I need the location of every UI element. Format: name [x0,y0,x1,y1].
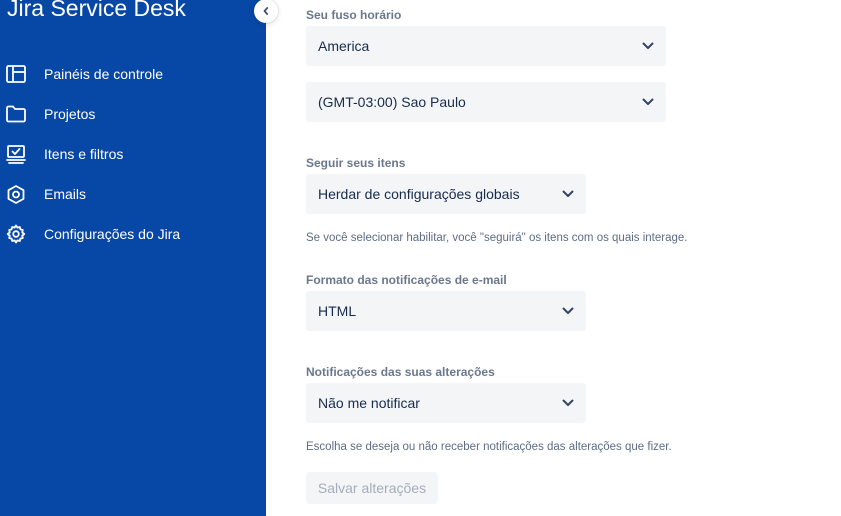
sidebar-item-label: Emails [44,186,87,202]
own-changes-label: Notificações das suas alterações [306,365,495,379]
own-changes-select[interactable]: Não me notificar [306,383,586,423]
issues-icon [5,144,27,164]
select-value: Herdar de configurações globais [318,186,520,202]
chevron-down-icon [638,36,658,56]
select-value: (GMT-03:00) Sao Paulo [318,94,466,110]
sidebar-item-dashboards[interactable]: Painéis de controle [0,54,266,94]
watch-label: Seguir seus itens [306,156,406,170]
watch-select[interactable]: Herdar de configurações globais [306,174,586,214]
chevron-down-icon [558,301,578,321]
sidebar-item-projects[interactable]: Projetos [0,94,266,134]
folder-icon [5,104,27,124]
watch-helper-text: Se você selecionar habilitar, você "segu… [306,232,688,244]
sidebar-item-issues[interactable]: Itens e filtros [0,134,266,174]
sidebar-item-label: Itens e filtros [44,146,124,162]
dashboard-icon [5,64,27,84]
preferences-form: Seu fuso horário America (GMT-03:00) Sao… [266,0,841,516]
select-value: Não me notificar [318,395,420,411]
chevron-down-icon [638,92,658,112]
save-button[interactable]: Salvar alterações [306,472,438,504]
chevron-down-icon [558,393,578,413]
timezone-label: Seu fuso horário [306,8,402,22]
email-icon [5,184,27,204]
own-changes-helper-text: Escolha se deseja ou não receber notific… [306,441,672,453]
sidebar-item-label: Configurações do Jira [44,226,181,242]
email-format-select[interactable]: HTML [306,291,586,331]
chevron-left-icon [261,6,271,16]
sidebar-item-label: Projetos [44,106,96,122]
sidebar-item-emails[interactable]: Emails [0,174,266,214]
collapse-sidebar-button[interactable] [254,0,278,23]
select-value: HTML [318,303,357,319]
sidebar-item-label: Painéis de controle [44,66,164,82]
timezone-region-select[interactable]: America [306,26,666,66]
sidebar: Jira Service Desk Painéis de controle Pr… [0,0,266,516]
product-title: Jira Service Desk [7,0,186,21]
sidebar-item-jira-settings[interactable]: Configurações do Jira [0,214,266,254]
select-value: America [318,38,370,54]
timezone-zone-select[interactable]: (GMT-03:00) Sao Paulo [306,82,666,122]
email-format-label: Formato das notificações de e-mail [306,273,507,287]
gear-icon [5,224,27,244]
chevron-down-icon [558,184,578,204]
